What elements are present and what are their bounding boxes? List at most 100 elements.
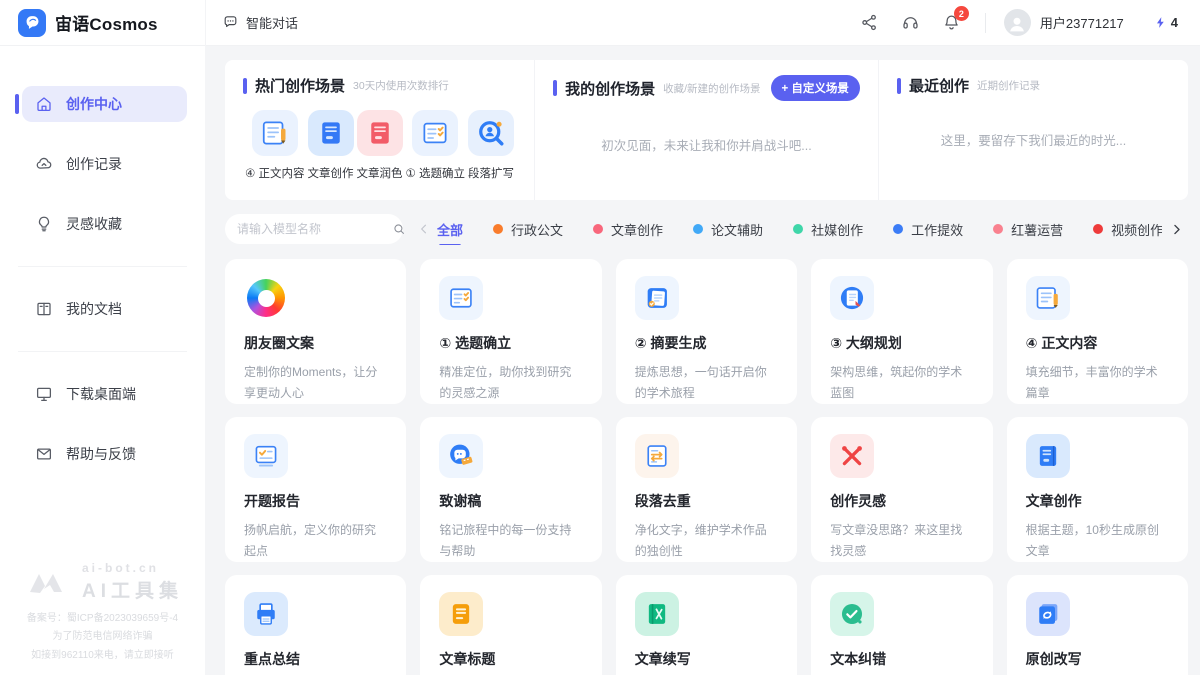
topbar-divider xyxy=(205,0,206,46)
icp-footer-line: 为了防范电信网络诈骗 xyxy=(0,628,205,647)
scene-card[interactable]: ③ 大纲规划架构思维，筑起你的学术蓝图 xyxy=(811,259,992,404)
smart-chat-button[interactable]: 智能对话 xyxy=(222,13,298,32)
sidebar-divider xyxy=(18,266,187,267)
hot-scene-item[interactable]: ④ 正文内容 xyxy=(245,110,305,181)
doc-pencil-icon xyxy=(1026,276,1070,320)
app-logo-icon xyxy=(18,9,46,37)
support-headset-icon[interactable] xyxy=(901,13,920,32)
scene-card-title: 文本纠错 xyxy=(830,649,973,669)
sidebar-item-home[interactable]: 创作中心 xyxy=(22,86,187,122)
scene-card[interactable]: 重点总结文章重点内容总结 xyxy=(225,575,406,675)
category-tab[interactable]: 文章创作 xyxy=(593,214,663,245)
scene-card[interactable]: 原创改写主题不变，智能改写文章 xyxy=(1007,575,1188,675)
scene-card[interactable]: ② 摘要生成提炼思想，一句话开启你的学术旅程 xyxy=(616,259,797,404)
notebook-green-icon xyxy=(635,592,679,636)
hot-scenes-title: 热门创作场景 xyxy=(255,75,345,96)
category-tab[interactable]: 红薯运营 xyxy=(993,214,1063,245)
person-icon xyxy=(1006,13,1028,35)
hot-scene-item[interactable]: 文章润色 xyxy=(357,110,403,181)
book-orange-icon xyxy=(439,592,483,636)
hot-scene-item[interactable]: ① 选题确立 xyxy=(406,110,466,181)
scene-card[interactable]: 致谢稿铭记旅程中的每一份支持与帮助 xyxy=(420,417,601,562)
topbar-vertical-divider xyxy=(985,13,986,33)
scene-card[interactable]: 文本纠错智能修正错别字，纠正语法 xyxy=(811,575,992,675)
scene-card[interactable]: 段落去重净化文字，维护学术作品的独创性 xyxy=(616,417,797,562)
scene-card[interactable]: 朋友圈文案定制你的Moments，让分享更动人心 xyxy=(225,259,406,404)
sidebar-item-docs[interactable]: 我的文档 xyxy=(22,291,187,327)
category-tab[interactable]: 行政公文 xyxy=(493,214,563,245)
category-tab-label: 行政公文 xyxy=(511,220,563,239)
scene-card-description: 定制你的Moments，让分享更动人心 xyxy=(244,362,387,404)
scene-card-title: 致谢稿 xyxy=(439,491,582,511)
scene-card[interactable]: ④ 正文内容填充细节，丰富你的学术篇章 xyxy=(1007,259,1188,404)
scene-card[interactable]: ① 选题确立精准定位，助你找到研究的灵感之源 xyxy=(420,259,601,404)
share-icon[interactable] xyxy=(860,13,879,32)
monitor-icon xyxy=(35,385,53,403)
category-tab[interactable]: 社媒创作 xyxy=(793,214,863,245)
scene-card-description: 填充细节，丰富你的学术篇章 xyxy=(1026,362,1169,404)
category-tab-label: 论文辅助 xyxy=(711,220,763,239)
tabs-scroll-right-icon[interactable] xyxy=(1169,222,1184,237)
category-tab-label: 全部 xyxy=(437,220,463,239)
category-tab[interactable]: 论文辅助 xyxy=(693,214,763,245)
category-tab[interactable]: 视频创作 xyxy=(1093,214,1162,245)
sidebar-divider xyxy=(18,351,187,352)
category-tab[interactable]: 全部 xyxy=(437,214,463,245)
search-icon[interactable] xyxy=(392,222,406,236)
scene-card-title: ② 摘要生成 xyxy=(635,333,778,353)
tabs-scroll-left-icon[interactable] xyxy=(417,222,431,236)
icp-footer: 备案号：蜀ICP备2023039659号-4为了防范电信网络诈骗如接到96211… xyxy=(0,610,205,666)
credits-indicator[interactable]: 4 xyxy=(1154,15,1178,30)
doc-fold-icon xyxy=(830,276,874,320)
doc-badge-icon xyxy=(635,276,679,320)
notification-badge: 2 xyxy=(954,6,969,21)
scene-card-title: 文章创作 xyxy=(1026,491,1169,511)
username[interactable]: 用户23771217 xyxy=(1040,13,1124,32)
scene-card-title: 段落去重 xyxy=(635,491,778,511)
my-scenes-empty-text: 初次见面，未来让我和你并肩战斗吧... xyxy=(553,135,860,154)
recent-subtitle: 近期创作记录 xyxy=(977,78,1040,93)
brand: 宙语Cosmos xyxy=(0,9,205,37)
sidebar-item-cloud[interactable]: 创作记录 xyxy=(22,146,187,182)
top-bar: 宙语Cosmos 智能对话 2 用户23771217 4 xyxy=(0,0,1200,46)
check-circle-green-icon xyxy=(830,592,874,636)
scene-card[interactable]: 文章创作根据主题，10秒生成原创文章 xyxy=(1007,417,1188,562)
sidebar-item-label: 创作中心 xyxy=(66,94,122,114)
custom-scene-button[interactable]: + 自定义场景 xyxy=(771,75,860,101)
scene-card-description: 架构思维，筑起你的学术蓝图 xyxy=(830,362,973,404)
scene-card-title: 文章续写 xyxy=(635,649,778,669)
sidebar-item-bulb[interactable]: 灵感收藏 xyxy=(22,206,187,242)
avatar[interactable] xyxy=(1004,9,1031,36)
category-tab[interactable]: 工作提效 xyxy=(893,214,963,245)
scene-card-description: 提炼思想，一句话开启你的学术旅程 xyxy=(635,362,778,404)
scene-card[interactable]: 文章标题根据主题及文章内容，生成催人点击的标题 xyxy=(420,575,601,675)
my-scenes-title: 我的创作场景 xyxy=(565,78,655,99)
aibot-logo-icon xyxy=(22,567,74,597)
model-search[interactable] xyxy=(225,214,403,244)
watermark-title: AI工具集 xyxy=(82,576,183,603)
scene-card[interactable]: 文章续写延续风格续写文章 xyxy=(616,575,797,675)
sidebar-item-mail[interactable]: 帮助与反馈 xyxy=(22,436,187,472)
search-input[interactable] xyxy=(237,222,392,236)
scene-card[interactable]: 开题报告扬帆启航，定义你的研究起点 xyxy=(225,417,406,562)
hot-scenes-subtitle: 30天内使用次数排行 xyxy=(353,78,449,93)
sidebar-item-monitor[interactable]: 下载桌面端 xyxy=(22,376,187,412)
hot-scene-item[interactable]: 文章创作 xyxy=(308,110,354,181)
category-tabs: 全部行政公文文章创作论文辅助社媒创作工作提效红薯运营视频创作商业营销生 xyxy=(437,214,1162,245)
moments-icon xyxy=(244,276,288,320)
checklist-icon xyxy=(412,110,458,156)
scene-card-title: ① 选题确立 xyxy=(439,333,582,353)
lightning-icon xyxy=(1154,15,1167,30)
category-dot-icon xyxy=(893,224,903,234)
scene-cards-grid: 朋友圈文案定制你的Moments，让分享更动人心① 选题确立精准定位，助你找到研… xyxy=(225,259,1188,675)
recent-title: 最近创作 xyxy=(909,75,969,96)
magnifier-person-icon xyxy=(468,110,514,156)
category-dot-icon xyxy=(993,224,1003,234)
scene-card[interactable]: 创作灵感写文章没思路？来这里找找灵感 xyxy=(811,417,992,562)
main-content: 热门创作场景 30天内使用次数排行 ④ 正文内容文章创作文章润色① 选题确立段落… xyxy=(205,46,1200,675)
sidebar-item-label: 下载桌面端 xyxy=(66,384,136,404)
notifications-button[interactable]: 2 xyxy=(942,13,961,32)
category-tab-label: 文章创作 xyxy=(611,220,663,239)
scene-card-title: 开题报告 xyxy=(244,491,387,511)
hot-scene-item[interactable]: 段落扩写 xyxy=(468,110,514,181)
